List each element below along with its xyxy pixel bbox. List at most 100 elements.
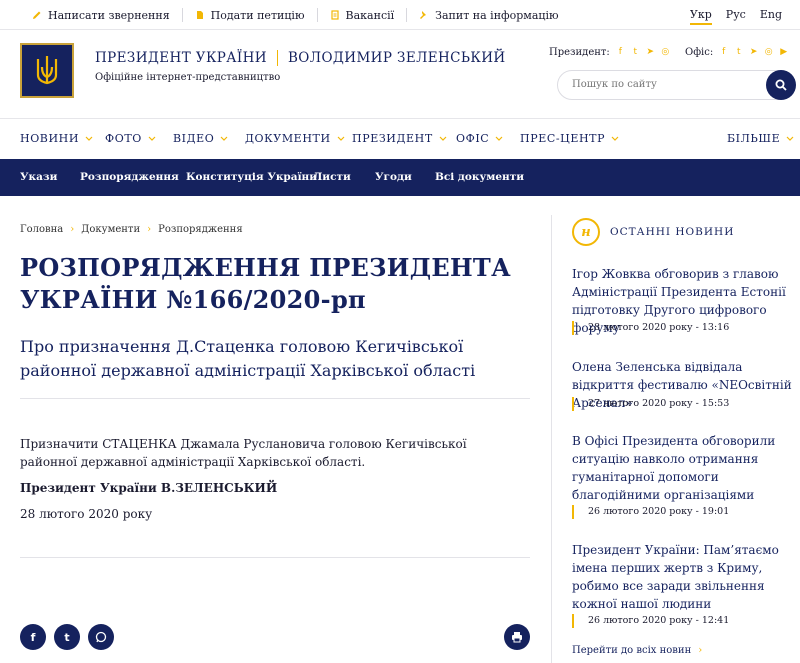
- brand-title-left: ПРЕЗИДЕНТ УКРАЇНИ: [95, 50, 267, 66]
- office-social: Офіс: f t ➤ ◎ ▶: [685, 47, 788, 58]
- nav-news-label: НОВИНИ: [20, 132, 80, 145]
- nav-office-label: ОФІС: [456, 132, 490, 145]
- brand-separator: [276, 50, 278, 66]
- site-search: [557, 70, 796, 100]
- nav-press-center[interactable]: ПРЕС-ЦЕНТР: [520, 132, 619, 145]
- info-request-link[interactable]: Запит на інформацію: [419, 8, 570, 22]
- facebook-icon[interactable]: f: [719, 48, 728, 57]
- nav-president-label: ПРЕЗИДЕНТ: [352, 132, 433, 145]
- twitter-icon[interactable]: t: [734, 48, 743, 57]
- search-icon: [775, 79, 787, 91]
- youtube-icon[interactable]: ▶: [779, 48, 788, 57]
- facebook-icon: f: [30, 630, 36, 644]
- site-header: ПРЕЗИДЕНТ УКРАЇНИ ВОЛОДИМИР ЗЕЛЕНСЬКИЙ О…: [0, 30, 800, 118]
- search-input[interactable]: [572, 79, 762, 90]
- news-item-date: 27 лютого 2020 року - 15:53: [572, 397, 729, 411]
- file-icon: [330, 10, 339, 20]
- news-item-date: 26 лютого 2020 року - 12:41: [572, 614, 729, 628]
- chevron-down-icon: [495, 136, 503, 141]
- all-news-label: Перейти до всіх новин: [572, 645, 692, 656]
- twitter-icon: t: [64, 630, 70, 644]
- brand-title-right: ВОЛОДИМИР ЗЕЛЕНСЬКИЙ: [287, 50, 506, 66]
- nav-more-label: БІЛЬШЕ: [727, 132, 781, 145]
- info-request-label: Запит на інформацію: [435, 8, 559, 22]
- facebook-icon[interactable]: f: [616, 48, 625, 57]
- nav-news[interactable]: НОВИНИ: [20, 132, 93, 145]
- lang-ukr[interactable]: Укр: [689, 8, 712, 25]
- news-badge-icon: н: [572, 218, 600, 246]
- divider: [20, 557, 530, 558]
- article-date: 28 лютого 2020 року: [20, 507, 153, 521]
- lang-rus[interactable]: Рус: [726, 8, 746, 25]
- all-news-link[interactable]: Перейти до всіх новин ›: [572, 645, 702, 656]
- chevron-down-icon: [786, 136, 794, 141]
- nav-press-center-label: ПРЕС-ЦЕНТР: [520, 132, 606, 145]
- telegram-icon[interactable]: ➤: [646, 48, 655, 57]
- coat-of-arms-logo[interactable]: [20, 43, 74, 98]
- president-social: Президент: f t ➤ ◎: [549, 47, 670, 58]
- trident-icon: [36, 55, 58, 84]
- news-item-title: В Офісі Президента обговорили ситуацію н…: [572, 434, 776, 502]
- nav-documents-label: ДОКУМЕНТИ: [245, 132, 331, 145]
- subnav-agreements[interactable]: Угоди: [375, 171, 412, 183]
- nav-office[interactable]: ОФІС: [456, 132, 503, 145]
- telegram-icon[interactable]: ➤: [749, 48, 758, 57]
- news-item[interactable]: В Офісі Президента обговорили ситуацію н…: [572, 432, 798, 519]
- chevron-right-icon: ›: [147, 224, 152, 235]
- document-icon: [196, 11, 203, 19]
- news-item-date: 26 лютого 2020 року - 19:01: [572, 505, 729, 519]
- share-facebook-button[interactable]: f: [20, 624, 46, 650]
- nav-photo[interactable]: ФОТО: [105, 132, 156, 145]
- printer-icon: [512, 632, 522, 643]
- site-brand[interactable]: ПРЕЗИДЕНТ УКРАЇНИ ВОЛОДИМИР ЗЕЛЕНСЬКИЙ: [95, 50, 506, 66]
- nav-video[interactable]: ВІДЕО: [173, 132, 228, 145]
- latest-news-label: ОСТАННІ НОВИНИ: [610, 226, 735, 238]
- subnav-letters[interactable]: Листи: [313, 171, 351, 183]
- news-item[interactable]: Ігор Жовква обговорив з главою Адміністр…: [572, 265, 798, 337]
- nav-documents[interactable]: ДОКУМЕНТИ: [245, 132, 345, 145]
- article-body: Призначити СТАЦЕНКА Джамала Руслановича …: [20, 437, 467, 469]
- write-appeal-link[interactable]: Написати звернення: [32, 8, 183, 22]
- sidebar-divider: [551, 215, 552, 663]
- nav-more[interactable]: БІЛЬШЕ: [727, 132, 794, 145]
- breadcrumb: Головна › Документи › Розпорядження: [20, 224, 243, 235]
- whatsapp-icon: [95, 631, 107, 643]
- breadcrumb-home[interactable]: Головна: [20, 224, 63, 235]
- petition-label: Подати петицію: [210, 8, 305, 22]
- twitter-icon[interactable]: t: [631, 48, 640, 57]
- chevron-right-icon: ›: [70, 224, 75, 235]
- share-twitter-button[interactable]: t: [54, 624, 80, 650]
- lang-eng[interactable]: Eng: [760, 8, 782, 25]
- petition-link[interactable]: Подати петицію: [195, 8, 318, 22]
- news-item[interactable]: Президент України: Пам’ятаємо імена перш…: [572, 541, 798, 628]
- subnav-orders[interactable]: Розпорядження: [80, 171, 179, 183]
- search-button[interactable]: [766, 70, 796, 100]
- news-item[interactable]: Олена Зеленська відвідала відкриття фест…: [572, 358, 798, 412]
- vacancies-link[interactable]: Вакансії: [330, 8, 408, 22]
- subnav-constitution[interactable]: Конституція України: [186, 171, 317, 183]
- divider: [20, 398, 530, 399]
- chevron-down-icon: [611, 136, 619, 141]
- news-item-date: 28 лютого 2020 року - 13:16: [572, 321, 729, 335]
- office-social-label: Офіс:: [685, 47, 714, 58]
- share-whatsapp-button[interactable]: [88, 624, 114, 650]
- breadcrumb-documents[interactable]: Документи: [81, 224, 140, 235]
- subnav-all-documents[interactable]: Всі документи: [435, 171, 524, 183]
- nav-president[interactable]: ПРЕЗИДЕНТ: [352, 132, 447, 145]
- write-appeal-label: Написати звернення: [48, 8, 170, 22]
- vacancies-label: Вакансії: [345, 8, 395, 22]
- language-switcher: Укр Рус Eng: [676, 8, 782, 25]
- nav-photo-label: ФОТО: [105, 132, 142, 145]
- instagram-icon[interactable]: ◎: [764, 48, 773, 57]
- subnav-decrees[interactable]: Укази: [20, 171, 57, 183]
- latest-news-heading: н ОСТАННІ НОВИНИ: [572, 218, 734, 246]
- breadcrumb-orders[interactable]: Розпорядження: [158, 224, 243, 235]
- pin-icon: [420, 11, 427, 19]
- page-title: РОЗПОРЯДЖЕННЯ ПРЕЗИДЕНТА УКРАЇНИ №166/20…: [20, 253, 511, 314]
- instagram-icon[interactable]: ◎: [661, 48, 670, 57]
- news-item-title: Президент України: Пам’ятаємо імена перш…: [572, 543, 779, 611]
- article-signature: Президент України В.ЗЕЛЕНСЬКИЙ: [20, 481, 278, 495]
- chevron-right-icon: ›: [698, 645, 703, 656]
- nav-video-label: ВІДЕО: [173, 132, 215, 145]
- print-button[interactable]: [504, 624, 530, 650]
